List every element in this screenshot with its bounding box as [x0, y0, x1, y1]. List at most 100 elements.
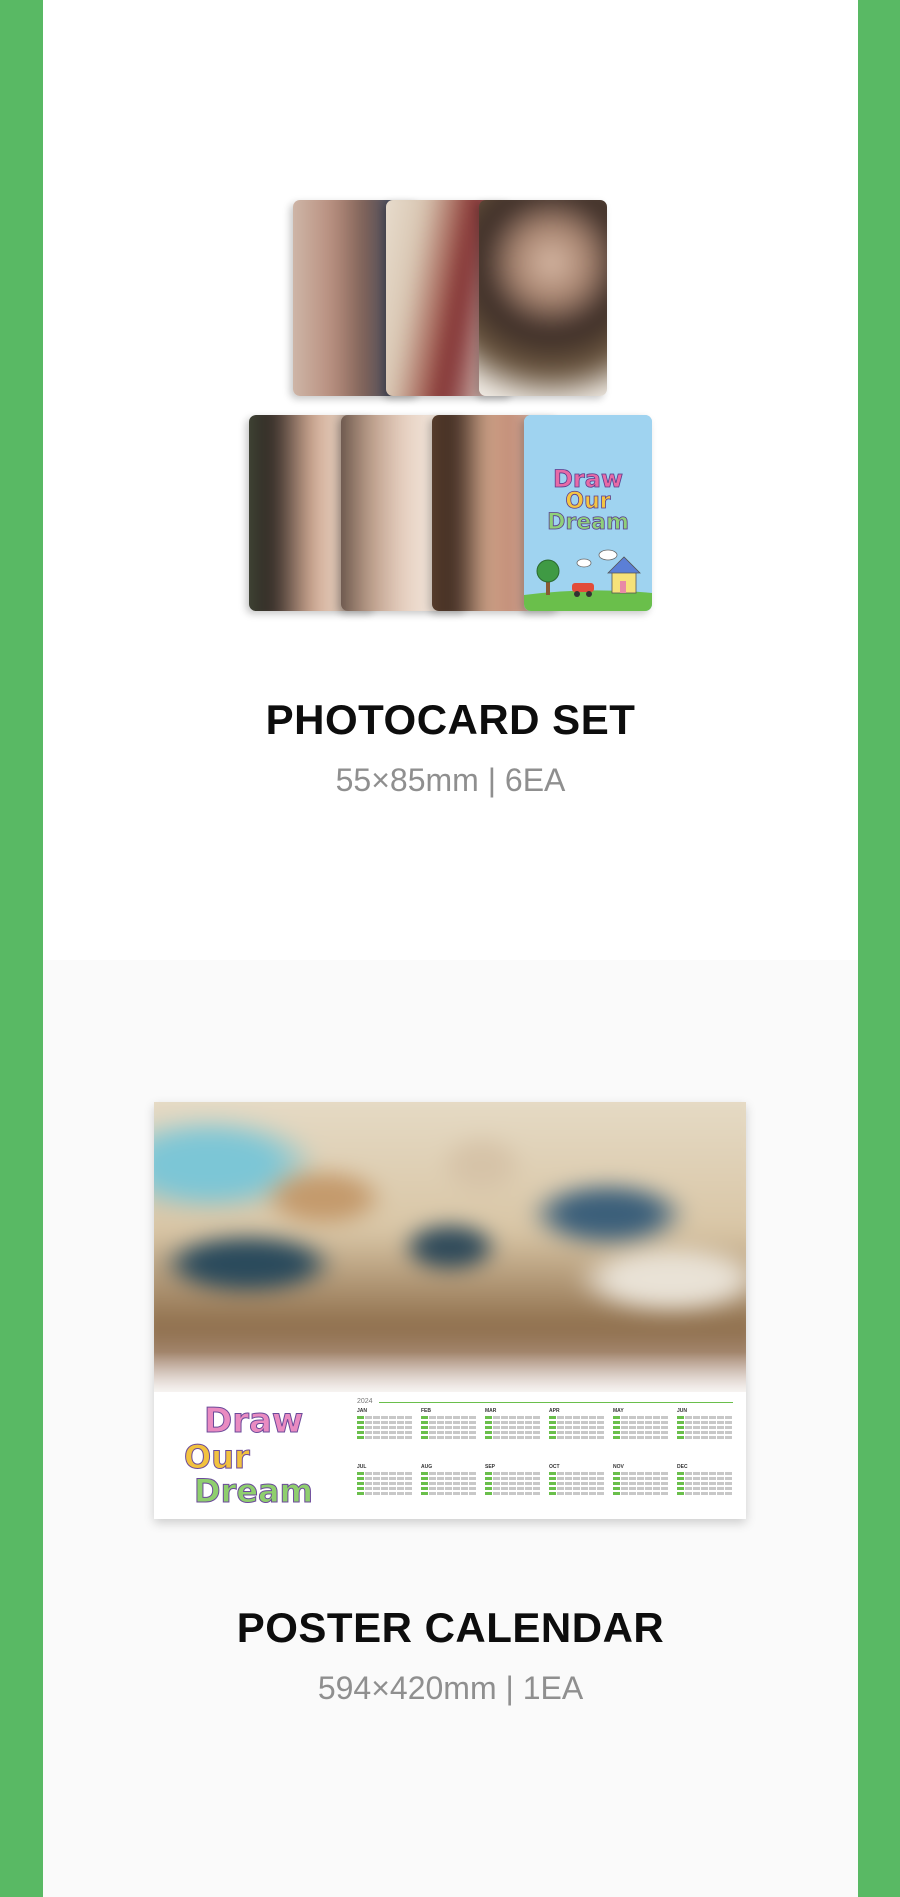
- calendar-day-dot: [429, 1426, 436, 1429]
- calendar-day-dot: [629, 1487, 636, 1490]
- calendar-day-dot: [509, 1431, 516, 1434]
- calendar-day-dot: [493, 1426, 500, 1429]
- calendar-day-dot: [645, 1426, 652, 1429]
- calendar-day-dot: [493, 1472, 500, 1475]
- calendar-day-dot: [461, 1426, 468, 1429]
- calendar-day-dot: [461, 1477, 468, 1480]
- calendar-day-dot: [509, 1426, 516, 1429]
- calendar-day-dot: [701, 1472, 708, 1475]
- calendar-day-dot: [589, 1421, 596, 1424]
- calendar-day-dot: [653, 1426, 660, 1429]
- calendar-day-dot: [437, 1426, 444, 1429]
- calendar-month-label: JAN: [357, 1408, 368, 1414]
- calendar-day-dot: [717, 1472, 724, 1475]
- calendar-day-dot: [469, 1431, 476, 1434]
- calendar-day-dot: [677, 1436, 684, 1439]
- calendar-day-dot: [693, 1436, 700, 1439]
- calendar-day-dot: [525, 1436, 532, 1439]
- calendar-day-dot: [469, 1426, 476, 1429]
- calendar-months: JAN FEB MAR APR MAY JUN JUL AUG SEP OCT NOV DEC: [357, 1408, 737, 1514]
- calendar-day-dot: [685, 1421, 692, 1424]
- calendar-day-dot: [405, 1416, 412, 1419]
- calendar-day-dot: [397, 1431, 404, 1434]
- calendar-day-dot: [421, 1487, 428, 1490]
- calendar-day-dot: [621, 1416, 628, 1419]
- calendar-day-dot: [493, 1477, 500, 1480]
- calendar-day-dot: [485, 1416, 492, 1419]
- calendar-day-dot: [525, 1426, 532, 1429]
- calendar-day-dot: [533, 1431, 540, 1434]
- calendar-day-dot: [365, 1426, 372, 1429]
- calendar-day-dot: [461, 1421, 468, 1424]
- calendar-day-dot: [421, 1416, 428, 1419]
- calendar-day-dot: [693, 1431, 700, 1434]
- calendar-day-dot: [389, 1482, 396, 1485]
- calendar-day-dot: [597, 1436, 604, 1439]
- calendar-day-dot: [645, 1436, 652, 1439]
- content-panel: Draw Our Dream PHOTOCARD SET 55×85mm | 6…: [43, 0, 858, 1897]
- calendar-day-dot: [525, 1487, 532, 1490]
- calendar-day-dot: [701, 1426, 708, 1429]
- calendar-day-dot: [613, 1431, 620, 1434]
- calendar-day-dot: [421, 1492, 428, 1495]
- calendar-day-dot: [533, 1482, 540, 1485]
- calendar-month-label: JUL: [357, 1464, 367, 1470]
- calendar-day-dot: [693, 1421, 700, 1424]
- calendar-day-dot: [717, 1482, 724, 1485]
- calendar-day-dot: [677, 1487, 684, 1490]
- calendar-day-dot: [677, 1431, 684, 1434]
- calendar-day-dot: [501, 1416, 508, 1419]
- calendar-day-dot: [597, 1421, 604, 1424]
- calendar-month-oct: OCT: [549, 1464, 605, 1512]
- calendar-day-dot: [637, 1421, 644, 1424]
- calendar-day-dot: [357, 1472, 364, 1475]
- calendar-day-dot: [421, 1477, 428, 1480]
- poster-calendar-title: POSTER CALENDAR: [236, 1604, 665, 1651]
- calendar-day-dot: [469, 1477, 476, 1480]
- calendar-day-dot: [389, 1416, 396, 1419]
- calendar-day-dot: [429, 1431, 436, 1434]
- calendar-day-dot: [549, 1477, 556, 1480]
- calendar-day-dot: [613, 1487, 620, 1490]
- calendar-day-dot: [557, 1487, 564, 1490]
- calendar-day-dot: [693, 1416, 700, 1419]
- calendar-day-dot: [533, 1477, 540, 1480]
- calendar-day-dot: [701, 1492, 708, 1495]
- calendar-day-dot: [453, 1482, 460, 1485]
- calendar-day-dot: [429, 1477, 436, 1480]
- calendar-month-apr: APR: [549, 1408, 605, 1456]
- calendar-day-dot: [701, 1436, 708, 1439]
- calendar-day-dot: [693, 1487, 700, 1490]
- calendar-day-dot: [693, 1492, 700, 1495]
- calendar-day-dot: [389, 1472, 396, 1475]
- calendar-day-dot: [565, 1431, 572, 1434]
- calendar-day-dot: [493, 1482, 500, 1485]
- calendar-month-mar: MAR: [485, 1408, 541, 1456]
- calendar-day-dot: [373, 1436, 380, 1439]
- calendar-day-dot: [709, 1416, 716, 1419]
- calendar-day-dot: [469, 1492, 476, 1495]
- calendar-day-dot: [725, 1487, 732, 1490]
- calendar-day-dot: [437, 1436, 444, 1439]
- calendar-day-dot: [621, 1472, 628, 1475]
- calendar-day-dot: [653, 1487, 660, 1490]
- calendar-day-dot: [429, 1492, 436, 1495]
- calendar-day-dot: [453, 1421, 460, 1424]
- calendar-day-dot: [381, 1416, 388, 1419]
- calendar-month-nov: NOV: [613, 1464, 669, 1512]
- calendar-day-dot: [517, 1426, 524, 1429]
- calendar-day-dot: [389, 1421, 396, 1424]
- calendar-day-dot: [397, 1416, 404, 1419]
- calendar-day-dot: [461, 1431, 468, 1434]
- calendar-day-dot: [501, 1472, 508, 1475]
- poster-calendar-grid: 2024 JAN FEB MAR APR MAY JUN JUL AUG SEP OCT NOV DE…: [357, 1398, 737, 1514]
- calendar-day-dot: [725, 1492, 732, 1495]
- calendar-day-dot: [629, 1477, 636, 1480]
- calendar-month-label: JUN: [677, 1408, 688, 1414]
- calendar-day-dot: [685, 1416, 692, 1419]
- calendar-day-dot: [429, 1416, 436, 1419]
- calendar-day-dot: [365, 1421, 372, 1424]
- calendar-month-sep: SEP: [485, 1464, 541, 1512]
- calendar-day-dot: [517, 1421, 524, 1424]
- photocard-back: Draw Our Dream: [524, 415, 652, 611]
